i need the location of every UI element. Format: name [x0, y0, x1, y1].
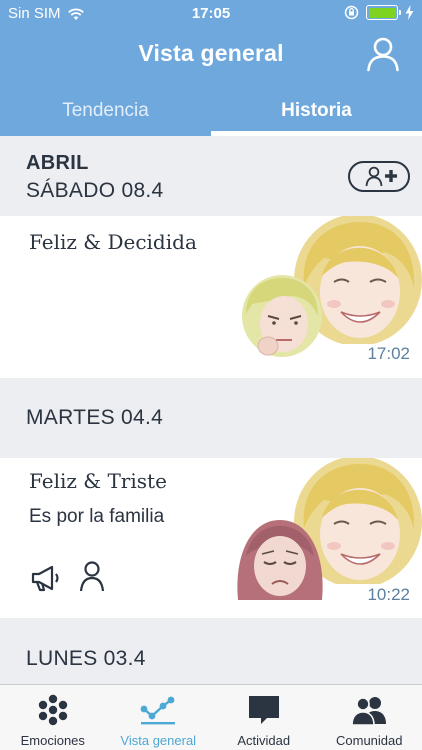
rotation-lock-icon [344, 5, 359, 20]
person-tag-button[interactable] [78, 560, 106, 597]
emotions-dots-icon [38, 694, 67, 726]
tabbar-item-comunidad[interactable]: Comunidad [317, 685, 422, 750]
day-label: LUNES 03.4 [26, 647, 146, 670]
day-header-sabado: ABRIL SÁBADO 08.4 [0, 136, 422, 216]
add-person-icon [365, 166, 397, 187]
tab-historia[interactable]: Historia [211, 90, 422, 136]
entry-time: 17:02 [367, 344, 410, 363]
month-label: ABRIL [26, 152, 89, 174]
user-icon [367, 37, 399, 72]
tabbar-label: Comunidad [336, 733, 403, 748]
entry-emotion: Feliz & Decidida [29, 230, 197, 254]
share-button[interactable] [30, 564, 62, 597]
day-header-martes: MARTES 04.4 [0, 378, 422, 458]
battery-icon [366, 5, 401, 20]
history-entry-card[interactable]: Feliz & Triste Es por la familia 10:22 [0, 458, 422, 618]
page-title: Vista general [138, 40, 284, 66]
tabbar-item-emociones[interactable]: Emociones [0, 685, 106, 750]
entry-note: Es por la familia [29, 506, 165, 527]
tabbar-label: Actividad [237, 733, 291, 748]
entry-time: 10:22 [367, 585, 410, 604]
activity-chat-icon [248, 696, 279, 724]
entry-emotion: Feliz & Triste [29, 469, 167, 493]
determined-face-icon [242, 275, 322, 357]
tab-tendencia[interactable]: Tendencia [0, 90, 211, 136]
segmented-tabs: Tendencia Historia [0, 90, 422, 136]
tabbar-item-actividad[interactable]: Actividad [211, 685, 317, 750]
tabbar-label: Emociones [20, 733, 85, 748]
sad-face-icon [237, 520, 323, 600]
status-right [344, 5, 414, 20]
community-people-icon [351, 697, 387, 726]
day-label: SÁBADO 08.4 [26, 179, 164, 202]
day-header-lunes: LUNES 03.4 [0, 618, 422, 684]
status-bar: Sin SIM 17:05 [0, 0, 422, 28]
charging-bolt-icon [405, 5, 414, 20]
overview-chart-icon [140, 696, 176, 725]
history-entry-card[interactable]: Feliz & Decidida 17:02 [0, 216, 422, 378]
tabbar-label: Vista general [120, 733, 197, 748]
day-label: MARTES 04.4 [26, 406, 164, 429]
profile-button[interactable] [366, 36, 400, 72]
add-person-button[interactable] [348, 161, 410, 192]
megaphone-icon [31, 565, 59, 592]
tabbar-item-vista-general[interactable]: Vista general [106, 685, 212, 750]
person-icon [79, 561, 105, 592]
bottom-tab-bar: Emociones Vista general Actividad Comuni… [0, 684, 422, 750]
app-header: Sin SIM 17:05 Vista general Tendencia Hi… [0, 0, 422, 136]
